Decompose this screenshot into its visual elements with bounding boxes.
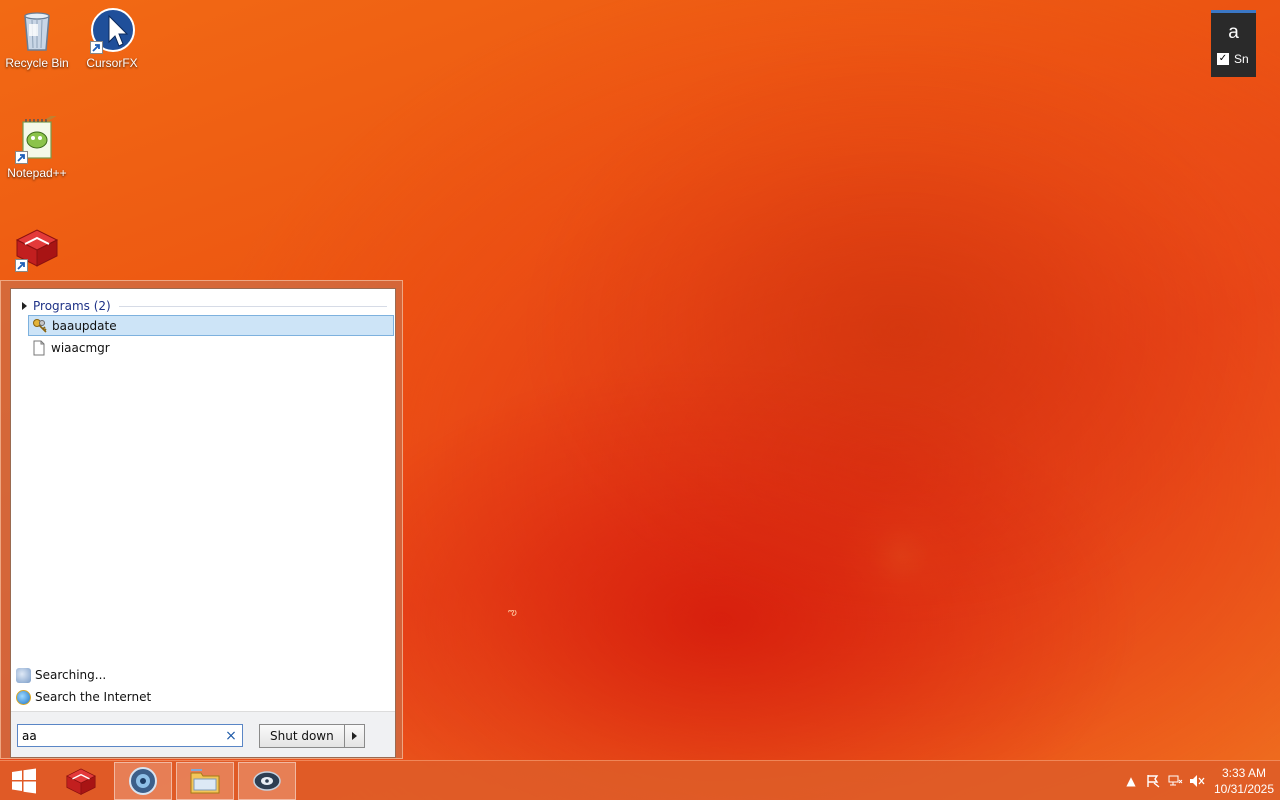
gadget-checkbox-label: Sn [1234, 52, 1249, 66]
results-group-header[interactable]: Programs (2) [19, 297, 387, 315]
desktop-icon-notepad-plus-plus[interactable]: Notepad++ [1, 112, 73, 180]
start-button[interactable] [0, 761, 48, 800]
action-center-flag-icon[interactable] [1142, 761, 1164, 800]
start-menu: Programs (2) baaupdate wiaacmgr Searchin… [0, 280, 403, 759]
browser-icon [129, 767, 157, 795]
shortcut-arrow-icon [15, 259, 28, 272]
desktop-icon-label: Recycle Bin [5, 56, 69, 70]
gadget-letter: a [1228, 22, 1239, 43]
taskbar-button-browser[interactable] [114, 762, 172, 800]
clock-date: 10/31/2025 [1213, 782, 1275, 796]
shutdown-button-group: Shut down [259, 724, 365, 748]
gadget-checkbox[interactable]: ✓ [1217, 53, 1229, 65]
taskbar: ▲ 3:33 AM 10/31/2025 [0, 760, 1280, 800]
show-hidden-icons-icon[interactable]: ▲ [1120, 761, 1142, 800]
file-explorer-icon [190, 769, 220, 794]
shortcut-arrow-icon [90, 41, 103, 54]
shortcut-arrow-icon [15, 151, 28, 164]
clock-time: 3:33 AM [1221, 766, 1267, 780]
system-tray: ▲ 3:33 AM 10/31/2025 [1120, 761, 1280, 800]
shutdown-button[interactable]: Shut down [260, 725, 345, 747]
result-item-wiaacmgr[interactable]: wiaacmgr [28, 337, 394, 358]
red-box-app-icon [66, 768, 96, 796]
search-the-internet-label: Search the Internet [35, 690, 152, 704]
searching-status: Searching... [16, 666, 106, 684]
windows-logo-icon [12, 768, 36, 794]
notepad-plus-plus-icon [13, 112, 61, 164]
desktop-icon-cursorfx[interactable]: CursorFX [76, 6, 148, 70]
result-item-label: wiaacmgr [51, 340, 110, 355]
volume-muted-icon[interactable] [1186, 761, 1208, 800]
desktop-icon-red-box-app[interactable] [1, 224, 73, 274]
divider [118, 305, 387, 307]
result-item-label: baaupdate [52, 318, 117, 333]
desktop-icon-label: CursorFX [86, 56, 138, 70]
cursorfx-icon [88, 6, 136, 54]
search-box[interactable]: × [17, 724, 243, 747]
shutdown-options-button[interactable] [345, 725, 364, 747]
taskbar-button-media-disc[interactable] [238, 762, 296, 800]
mouse-cursor-icon: ఌ [508, 607, 517, 618]
search-the-internet-link[interactable]: Search the Internet [16, 688, 151, 706]
search-folder-icon [16, 667, 31, 683]
chevron-right-icon [351, 732, 357, 740]
searching-label: Searching... [35, 668, 107, 682]
desktop-icon-label: Notepad++ [7, 166, 67, 180]
file-icon [31, 340, 47, 356]
start-menu-panel: Programs (2) baaupdate wiaacmgr Searchin… [10, 288, 396, 758]
search-input[interactable] [22, 728, 224, 743]
taskbar-button-red-box-app[interactable] [52, 762, 110, 800]
clock[interactable]: 3:33 AM 10/31/2025 [1208, 765, 1280, 797]
result-item-baaupdate[interactable]: baaupdate [28, 315, 394, 336]
media-disc-icon [253, 771, 281, 791]
expand-arrow-icon[interactable] [22, 302, 27, 310]
internet-explorer-icon [16, 689, 31, 705]
taskbar-button-file-explorer[interactable] [176, 762, 234, 800]
network-icon[interactable] [1164, 761, 1186, 800]
keys-icon [32, 318, 48, 334]
recycle-bin-icon [13, 6, 61, 54]
sticky-gadget[interactable]: a ✓ Sn [1211, 10, 1256, 77]
results-group-title: Programs (2) [33, 299, 111, 313]
red-box-app-icon [13, 224, 61, 272]
desktop-icon-recycle-bin[interactable]: Recycle Bin [1, 6, 73, 70]
clear-search-icon[interactable]: × [224, 728, 238, 744]
search-area: × Shut down [11, 711, 395, 757]
